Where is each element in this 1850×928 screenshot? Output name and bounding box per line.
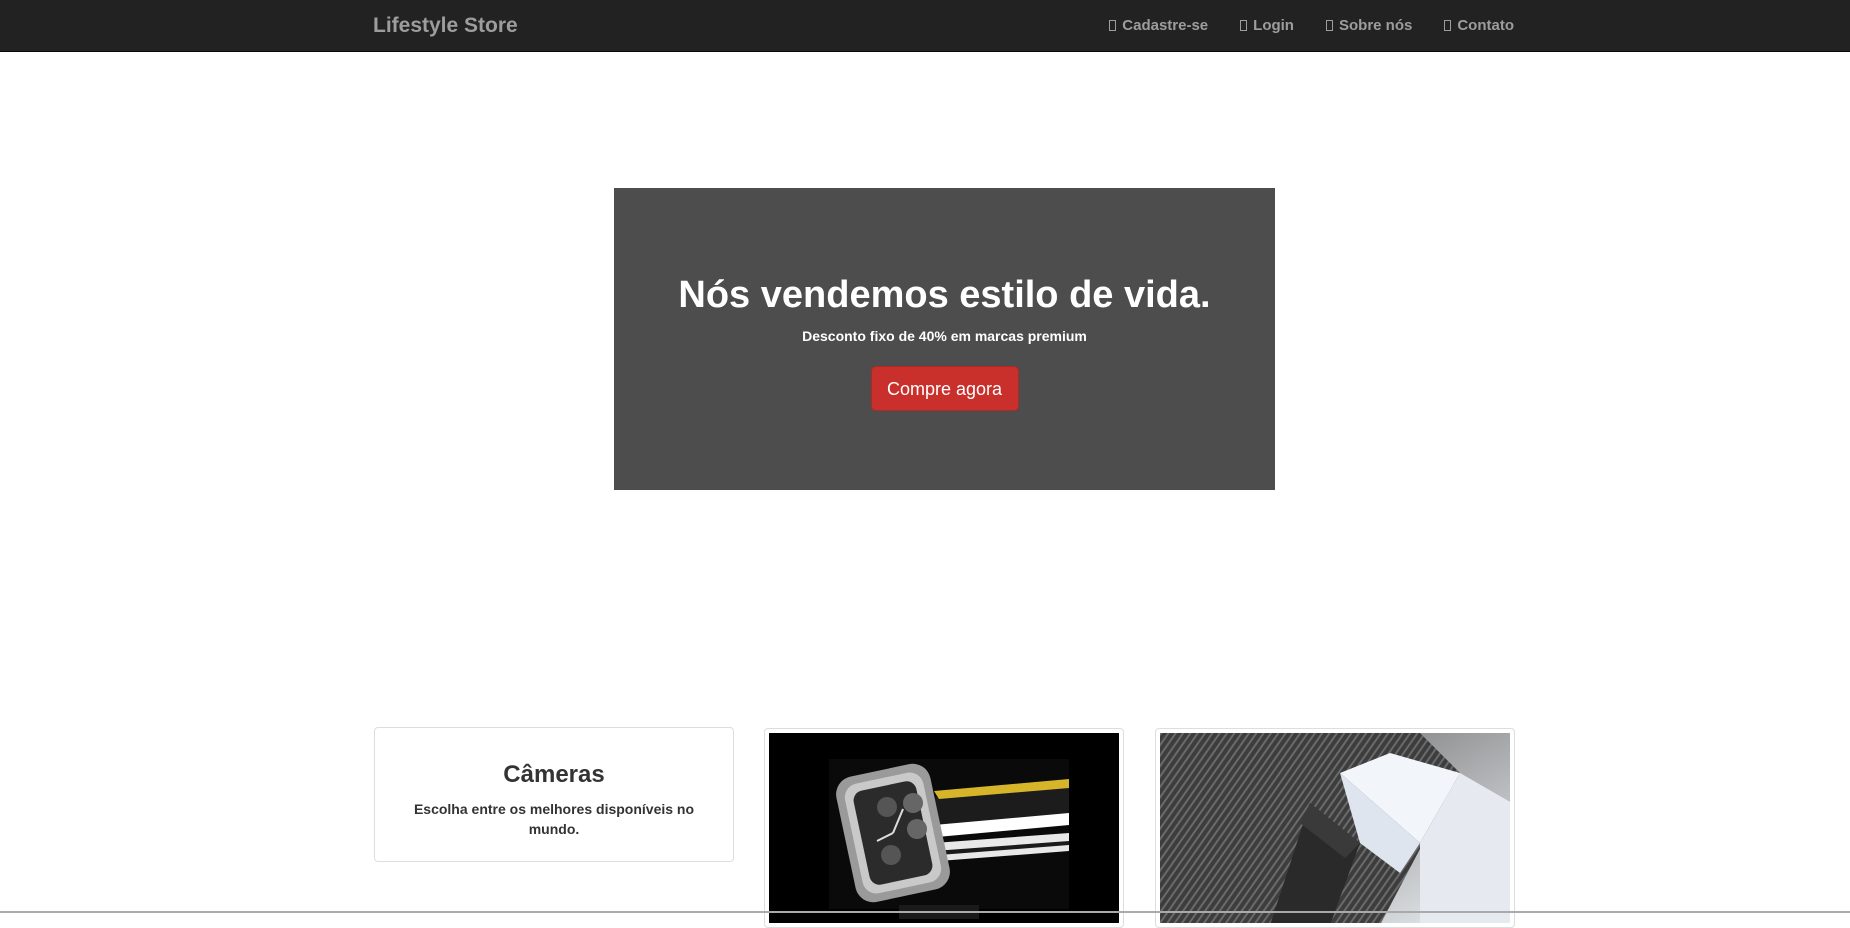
shirts-card[interactable] <box>1155 728 1515 928</box>
brand-logo[interactable]: Lifestyle Store <box>373 14 518 38</box>
user-icon <box>1109 20 1117 31</box>
nav-link-label: Cadastre-se <box>1122 17 1209 34</box>
nav-link-label: Login <box>1253 17 1294 34</box>
phone-icon <box>1444 20 1452 31</box>
nav-link-signup[interactable]: Cadastre-se <box>1109 17 1208 34</box>
hero-banner: Nós vendemos estilo de vida. Desconto fi… <box>614 188 1275 490</box>
navbar: Lifestyle Store Cadastre-se Login Sobre … <box>0 0 1850 52</box>
hero-subtitle: Desconto fixo de 40% em marcas premium <box>802 327 1087 344</box>
nav-link-about[interactable]: Sobre nós <box>1325 17 1413 34</box>
nav-links: Cadastre-se Login Sobre nós Contato <box>1109 17 1514 34</box>
info-icon <box>1325 20 1333 31</box>
shirt-image <box>1160 733 1510 923</box>
nav-link-label: Sobre nós <box>1338 17 1413 34</box>
nav-link-login[interactable]: Login <box>1240 17 1294 34</box>
nav-link-label: Contato <box>1457 17 1514 34</box>
hero-title: Nós vendemos estilo de vida. <box>678 274 1211 316</box>
card-description: Escolha entre os melhores disponíveis no… <box>413 801 695 838</box>
watch-image <box>769 733 1119 923</box>
card-title: Câmeras <box>503 761 605 788</box>
cameras-card[interactable]: Câmeras Escolha entre os melhores dispon… <box>374 727 734 862</box>
nav-link-contact[interactable]: Contato <box>1444 17 1514 34</box>
shop-now-button[interactable]: Compre agora <box>870 365 1019 411</box>
login-icon <box>1240 20 1248 31</box>
watches-card[interactable] <box>764 728 1124 928</box>
